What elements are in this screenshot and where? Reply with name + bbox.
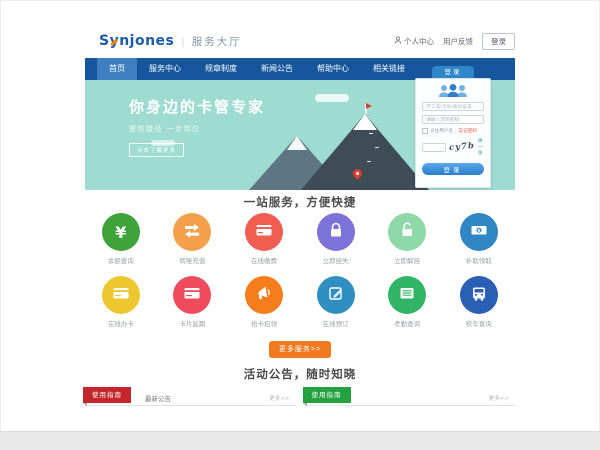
service-item[interactable]: 在线预订	[300, 276, 372, 328]
yen-icon: ¥	[115, 223, 126, 242]
captcha-input[interactable]	[422, 143, 446, 152]
guide-panel-right: 使用指南 更多>>	[305, 390, 516, 406]
remember-label: 记住用户名	[430, 128, 453, 134]
announcement-panels: 使用指南 最新公告 更多>> 使用指南 更多>>	[85, 390, 515, 406]
login-submit-button[interactable]: 登录	[422, 163, 484, 175]
captcha-row: cy7b 换一张	[422, 138, 484, 156]
forgot-password-link[interactable]: 忘记密码	[459, 128, 477, 134]
service-item[interactable]: 立即挂失	[300, 213, 372, 265]
card-icon	[111, 283, 131, 307]
nav-item-service-center[interactable]: 服务中心	[137, 58, 193, 80]
logo-tagline: 服务大厅	[192, 34, 242, 49]
nav-item-news[interactable]: 新闻公告	[249, 58, 305, 80]
unlock-icon	[397, 220, 417, 244]
list-icon	[397, 283, 417, 307]
more-link-right[interactable]: 更多>>	[489, 394, 509, 402]
usage-guide-ribbon-green[interactable]: 使用指南	[303, 387, 351, 403]
service-item[interactable]: 转账充值	[157, 213, 229, 265]
service-item[interactable]: 卡片延期	[157, 276, 229, 328]
services-grid: ¥ 余额查询转账充值在线缴费立即挂失立即解挂 $ 补助领取在线办卡卡片延期拾卡招领在线…	[85, 213, 515, 339]
personal-center-link[interactable]: 个人中心	[394, 36, 434, 47]
guide-panel-left: 使用指南 最新公告 更多>>	[85, 390, 296, 406]
service-label: 在线办卡	[85, 318, 157, 328]
login-tab[interactable]: 登录	[432, 66, 474, 78]
login-panel: 记住用户名 | 忘记密码 cy7b 换一张 登录	[415, 78, 491, 188]
top-header: Synjones | 服务大厅 个人中心 用户反馈 登录	[85, 24, 515, 58]
logo-divider: |	[181, 37, 184, 48]
service-label: 在线预订	[300, 318, 372, 328]
edit-icon	[326, 283, 346, 307]
credit-card-icon	[254, 220, 274, 244]
service-item[interactable]: 在线办卡	[85, 276, 157, 328]
login-options: 记住用户名 | 忘记密码	[422, 128, 484, 134]
panel-head: 使用指南 更多>>	[305, 390, 516, 406]
service-item[interactable]: 在线缴费	[228, 213, 300, 265]
remember-checkbox[interactable]	[422, 128, 428, 134]
service-item[interactable]: 拾卡招领	[228, 276, 300, 328]
user-feedback-label: 用户反馈	[443, 36, 473, 47]
header-login-button[interactable]: 登录	[482, 33, 515, 50]
logo-text: Synjones	[99, 33, 174, 49]
captcha-image[interactable]: cy7b	[449, 141, 476, 153]
password-input[interactable]	[422, 115, 484, 124]
megaphone-icon	[254, 283, 274, 307]
username-input[interactable]	[422, 102, 484, 111]
service-label: 考勤查询	[371, 318, 443, 328]
service-label: 补助领取	[443, 255, 515, 265]
service-item[interactable]: 校车查询	[443, 276, 515, 328]
service-label: 余额查询	[85, 255, 157, 265]
panel-head: 使用指南 最新公告 更多>>	[85, 390, 296, 406]
latest-announcements-tab[interactable]: 最新公告	[145, 393, 171, 403]
service-item[interactable]: $ 补助领取	[443, 213, 515, 265]
options-separator: |	[455, 129, 457, 134]
personal-center-label: 个人中心	[404, 36, 434, 47]
more-services-button[interactable]: 更多服务>>	[269, 341, 331, 358]
service-label: 拾卡招领	[228, 318, 300, 328]
captcha-refresh-link[interactable]: 换一张	[478, 138, 484, 156]
nav-item-related-links[interactable]: 相关链接	[361, 58, 417, 80]
bus-icon	[469, 283, 489, 307]
logo[interactable]: Synjones | 服务大厅	[85, 33, 242, 49]
usage-guide-ribbon-red[interactable]: 使用指南	[83, 387, 131, 403]
page: Synjones | 服务大厅 个人中心 用户反馈 登录 首页 服务中心 规章制…	[0, 0, 600, 450]
card-icon	[182, 283, 202, 307]
service-item[interactable]: ¥ 余额查询	[85, 213, 157, 265]
service-label: 立即挂失	[300, 255, 372, 265]
service-label: 校车查询	[443, 318, 515, 328]
user-feedback-link[interactable]: 用户反馈	[443, 36, 473, 47]
flag-icon	[366, 103, 372, 109]
service-item[interactable]: 考勤查询	[371, 276, 443, 328]
announcements-section-title: 活动公告，随时知晓	[85, 366, 515, 382]
services-section-title: 一站服务，方便快捷	[85, 194, 515, 210]
header-links: 个人中心 用户反馈 登录	[394, 33, 515, 50]
nav-item-rules[interactable]: 规章制度	[193, 58, 249, 80]
person-icon	[394, 36, 402, 46]
service-label: 立即解挂	[371, 255, 443, 265]
svg-text:$: $	[477, 228, 480, 234]
transfer-arrows-icon	[182, 220, 202, 244]
nav-item-help-center[interactable]: 帮助中心	[305, 58, 361, 80]
banknote-icon: $	[469, 220, 489, 244]
service-label: 卡片延期	[157, 318, 229, 328]
footer-band	[0, 431, 600, 450]
service-item[interactable]: 立即解挂	[371, 213, 443, 265]
users-group-icon	[422, 83, 484, 98]
more-services-wrap: 更多服务>>	[85, 336, 515, 358]
lock-icon	[326, 220, 346, 244]
service-label: 在线缴费	[228, 255, 300, 265]
service-label: 转账充值	[157, 255, 229, 265]
nav-item-home[interactable]: 首页	[97, 58, 137, 80]
cloud-icon	[151, 140, 175, 146]
more-link-left[interactable]: 更多>>	[269, 394, 289, 402]
snow-cap	[353, 114, 377, 130]
